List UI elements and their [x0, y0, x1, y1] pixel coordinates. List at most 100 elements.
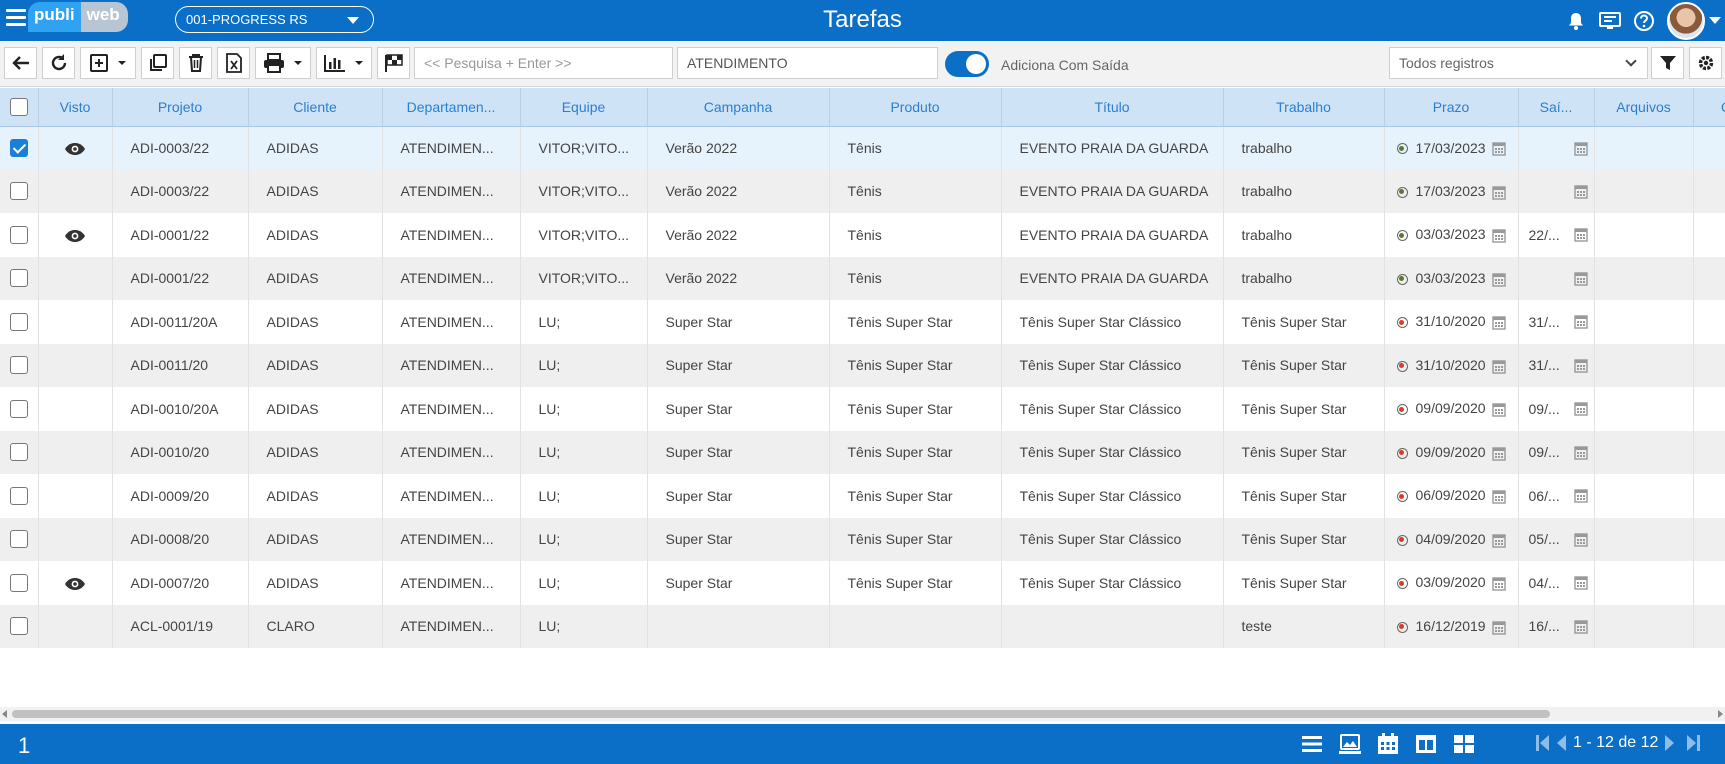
- table-row[interactable]: ADI-0011/20 ADIDAS ATENDIMEN... LU; Super St…: [0, 343, 1725, 387]
- row-select-cell[interactable]: [0, 300, 39, 344]
- list-view-icon[interactable]: [1300, 732, 1324, 756]
- calendar-icon[interactable]: [1491, 446, 1506, 461]
- column-header[interactable]: Trabalho: [1223, 88, 1385, 127]
- calendar-icon[interactable]: [1491, 576, 1506, 591]
- table-row[interactable]: ADI-0003/22 ADIDAS ATENDIMEN... VITOR;VITO.…: [0, 126, 1725, 170]
- calendar-icon[interactable]: [1573, 401, 1588, 416]
- first-page-icon[interactable]: [1535, 734, 1555, 752]
- row-select-cell[interactable]: [0, 343, 39, 387]
- row-checkbox[interactable]: [9, 530, 28, 549]
- row-checkbox[interactable]: [9, 182, 28, 201]
- calendar-icon[interactable]: [1573, 619, 1588, 634]
- calendar-icon[interactable]: [1573, 575, 1588, 590]
- column-header[interactable]: Visto: [38, 88, 113, 127]
- monitor-icon[interactable]: [1599, 10, 1621, 32]
- department-filter-input[interactable]: [677, 47, 938, 79]
- row-checkbox[interactable]: [9, 139, 28, 158]
- gallery-view-icon[interactable]: [1338, 732, 1362, 756]
- column-header[interactable]: Prazo: [1384, 88, 1519, 127]
- add-button[interactable]: [80, 47, 136, 79]
- column-header[interactable]: Projeto: [112, 88, 249, 127]
- calendar-icon[interactable]: [1491, 315, 1506, 330]
- calendar-icon[interactable]: [1491, 228, 1506, 243]
- chevron-down-icon[interactable]: [1709, 17, 1721, 24]
- column-header[interactable]: Campanha: [647, 88, 830, 127]
- table-row[interactable]: ADI-0010/20A ADIDAS ATENDIMEN... LU; Super S…: [0, 387, 1725, 431]
- calendar-icon[interactable]: [1573, 445, 1588, 460]
- column-header[interactable]: Produto: [829, 88, 1002, 127]
- column-header[interactable]: Q: [1693, 88, 1725, 127]
- flag-button[interactable]: [377, 47, 410, 79]
- row-select-cell[interactable]: [0, 126, 39, 170]
- table-row[interactable]: ACL-0001/19 CLARO ATENDIMEN... LU; teste 16/1…: [0, 604, 1725, 648]
- previous-page-icon[interactable]: [1555, 734, 1567, 752]
- chart-button[interactable]: [316, 47, 372, 79]
- table-row[interactable]: ADI-0003/22 ADIDAS ATENDIMEN... VITOR;VITO.…: [0, 169, 1725, 213]
- back-button[interactable]: [4, 47, 37, 79]
- column-header[interactable]: Arquivos: [1594, 88, 1694, 127]
- row-checkbox[interactable]: [9, 312, 28, 331]
- table-row[interactable]: ADI-0001/22 ADIDAS ATENDIMEN... VITOR;VITO.…: [0, 213, 1725, 257]
- calendar-icon[interactable]: [1573, 227, 1588, 242]
- calendar-view-icon[interactable]: [1376, 732, 1400, 756]
- row-select-cell[interactable]: [0, 517, 39, 561]
- menu-icon[interactable]: [6, 9, 26, 29]
- print-button[interactable]: [255, 47, 311, 79]
- calendar-icon[interactable]: [1573, 488, 1588, 503]
- settings-button[interactable]: [1689, 47, 1722, 79]
- company-select[interactable]: 001-PROGRESS RS: [175, 6, 374, 33]
- row-checkbox[interactable]: [9, 617, 28, 636]
- adiciona-com-saida-toggle[interactable]: [945, 51, 989, 77]
- row-select-cell[interactable]: [0, 430, 39, 474]
- row-checkbox[interactable]: [9, 356, 28, 375]
- table-row[interactable]: ADI-0007/20 ADIDAS ATENDIMEN... LU; Super St…: [0, 561, 1725, 605]
- calendar-icon[interactable]: [1491, 185, 1506, 200]
- scroll-right-arrow-icon[interactable]: [1718, 710, 1723, 718]
- calendar-icon[interactable]: [1491, 272, 1506, 287]
- search-input[interactable]: [414, 47, 673, 79]
- calendar-icon[interactable]: [1491, 141, 1506, 157]
- excel-button[interactable]: [217, 47, 250, 79]
- filter-button[interactable]: [1651, 47, 1684, 79]
- last-page-icon[interactable]: [1682, 734, 1702, 752]
- row-checkbox[interactable]: [9, 269, 28, 288]
- row-checkbox[interactable]: [9, 399, 28, 418]
- column-header[interactable]: Cliente: [248, 88, 383, 127]
- calendar-icon[interactable]: [1573, 184, 1588, 199]
- row-select-cell[interactable]: [0, 474, 39, 518]
- calendar-icon[interactable]: [1573, 532, 1588, 547]
- table-row[interactable]: ADI-0008/20 ADIDAS ATENDIMEN... LU; Super St…: [0, 517, 1725, 561]
- calendar-icon[interactable]: [1491, 489, 1506, 504]
- column-header-select-all[interactable]: [0, 88, 39, 127]
- scrollbar-thumb[interactable]: [12, 710, 1550, 718]
- avatar[interactable]: [1667, 1, 1705, 40]
- columns-view-icon[interactable]: [1414, 732, 1438, 756]
- help-icon[interactable]: [1633, 10, 1655, 32]
- records-filter-select[interactable]: Todos registros: [1389, 47, 1648, 79]
- grid-view-icon[interactable]: [1452, 732, 1476, 756]
- calendar-icon[interactable]: [1573, 314, 1588, 329]
- calendar-icon[interactable]: [1573, 141, 1588, 156]
- row-checkbox[interactable]: [9, 443, 28, 462]
- row-select-cell[interactable]: [0, 561, 39, 605]
- app-logo[interactable]: publi web: [28, 2, 128, 32]
- column-header[interactable]: Saí...: [1518, 88, 1595, 127]
- row-select-cell[interactable]: [0, 256, 39, 300]
- row-select-cell[interactable]: [0, 604, 39, 648]
- calendar-icon[interactable]: [1491, 533, 1506, 548]
- calendar-icon[interactable]: [1573, 358, 1588, 373]
- bell-icon[interactable]: [1565, 10, 1587, 32]
- calendar-icon[interactable]: [1573, 271, 1588, 286]
- delete-button[interactable]: [179, 47, 212, 79]
- table-row[interactable]: ADI-0010/20 ADIDAS ATENDIMEN... LU; Super St…: [0, 430, 1725, 474]
- column-header[interactable]: Equipe: [520, 88, 648, 127]
- calendar-icon[interactable]: [1491, 402, 1506, 417]
- horizontal-scrollbar[interactable]: [0, 707, 1725, 721]
- table-row[interactable]: ADI-0001/22 ADIDAS ATENDIMEN... VITOR;VITO.…: [0, 256, 1725, 300]
- row-checkbox[interactable]: [9, 573, 28, 592]
- row-select-cell[interactable]: [0, 169, 39, 213]
- refresh-button[interactable]: [42, 47, 75, 79]
- row-checkbox[interactable]: [9, 486, 28, 505]
- select-all-checkbox[interactable]: [9, 97, 28, 116]
- table-row[interactable]: ADI-0011/20A ADIDAS ATENDIMEN... LU; Super S…: [0, 300, 1725, 344]
